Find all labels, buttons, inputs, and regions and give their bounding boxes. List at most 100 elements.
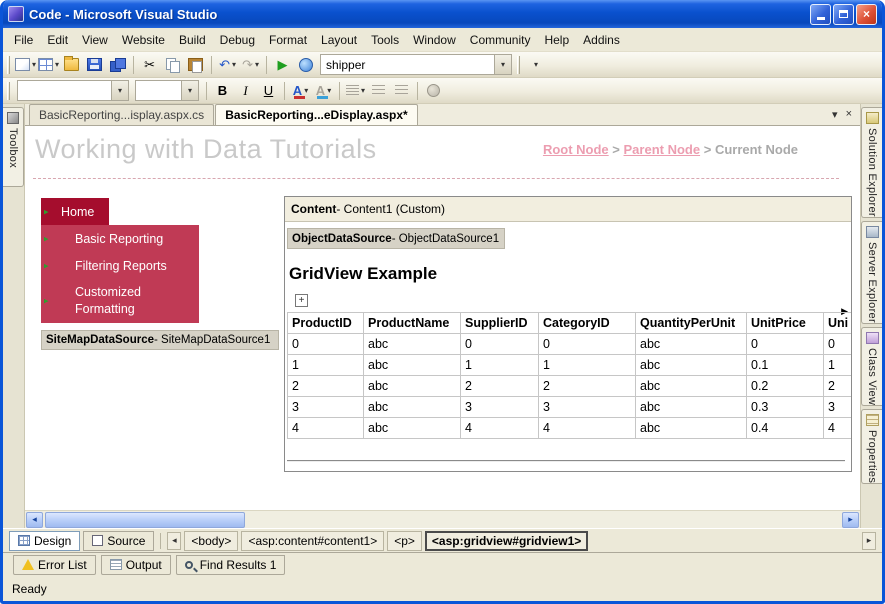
- scrollbar-thumb[interactable]: [45, 511, 245, 528]
- italic-button[interactable]: I: [234, 80, 257, 102]
- properties-icon: [865, 414, 879, 427]
- toolbar-grip[interactable]: [7, 55, 10, 74]
- new-file-button[interactable]: ▾: [14, 54, 37, 76]
- server-explorer-tab[interactable]: Server Explorer: [861, 220, 882, 324]
- menu-item-format[interactable]: Format: [262, 30, 314, 50]
- paste-button[interactable]: [184, 54, 207, 76]
- output-tab[interactable]: Output: [100, 554, 171, 575]
- gridview-control[interactable]: ProductID ProductName SupplierID Categor…: [287, 312, 851, 439]
- find-results-tab[interactable]: Find Results 1: [175, 554, 286, 575]
- grid-cell: 0.1: [746, 354, 824, 376]
- grid-cell: 1: [460, 354, 539, 376]
- combo-dropdown-icon[interactable]: ▾: [181, 81, 198, 100]
- menu-item-file[interactable]: File: [7, 30, 40, 50]
- find-combo[interactable]: shipper ▾: [320, 54, 513, 75]
- close-document-icon[interactable]: ×: [846, 108, 852, 121]
- horizontal-scrollbar[interactable]: ◂ ▸: [25, 510, 860, 528]
- combo-dropdown-icon[interactable]: ▾: [111, 81, 128, 100]
- page-heading: Working with Data Tutorials: [35, 134, 377, 164]
- start-debug-icon: ▶: [277, 57, 288, 72]
- menu-item-help[interactable]: Help: [537, 30, 576, 50]
- start-debug-button[interactable]: ▶: [271, 54, 294, 76]
- combo-dropdown-icon[interactable]: ▾: [494, 55, 512, 74]
- menu-item-addins[interactable]: Addins: [576, 30, 627, 50]
- breadcrumb-current: Current Node: [714, 142, 798, 157]
- design-view-tab[interactable]: Design: [9, 530, 81, 551]
- menu-item-community[interactable]: Community: [463, 30, 538, 50]
- undo-button[interactable]: ↶ ▾: [216, 54, 239, 76]
- open-file-button[interactable]: [60, 54, 83, 76]
- sitemapdatasource-control[interactable]: SiteMapDataSource - SiteMapDataSource1: [41, 330, 279, 350]
- formatting-toolbar: ▾ ▾ B I U A ▾ A ▾ ▾: [3, 78, 882, 104]
- nav-item-home[interactable]: ▸ Home: [41, 198, 109, 225]
- bullet-list-button[interactable]: [367, 80, 390, 102]
- highlight-button[interactable]: A ▾: [312, 80, 335, 102]
- align-icon: [345, 85, 359, 96]
- menu-item-debug[interactable]: Debug: [213, 30, 262, 50]
- minimize-icon: [816, 17, 825, 20]
- font-color-button[interactable]: A ▾: [289, 80, 312, 102]
- solution-explorer-tab[interactable]: Solution Explorer: [861, 107, 882, 218]
- add-item-button[interactable]: ▾: [37, 54, 60, 76]
- toolbar-grip[interactable]: [517, 55, 521, 74]
- align-button[interactable]: ▾: [344, 80, 367, 102]
- class-view-tab[interactable]: Class View: [861, 326, 882, 407]
- doc-tab-codebehind[interactable]: BasicReporting...isplay.aspx.cs: [29, 104, 215, 125]
- nav-item-customized-formatting[interactable]: ▸ Customized Formatting: [41, 279, 199, 323]
- tag-asp-content[interactable]: <asp:content#content1>: [241, 530, 385, 551]
- close-button[interactable]: ×: [856, 3, 877, 25]
- breadcrumb-root-link[interactable]: Root Node: [543, 142, 609, 157]
- tag-scroll-right-button[interactable]: ▸: [862, 531, 876, 550]
- dropdown-icon: ▾: [55, 60, 60, 69]
- redo-button[interactable]: ↷ ▾: [239, 54, 262, 76]
- cut-button[interactable]: ✂: [138, 54, 161, 76]
- grid-cell: abc: [363, 375, 461, 397]
- underline-button[interactable]: U: [257, 80, 280, 102]
- grid-cell: abc: [635, 417, 747, 439]
- tag-body[interactable]: <body>: [184, 530, 239, 551]
- save-button[interactable]: [83, 54, 106, 76]
- toolbar-options-button[interactable]: ▾: [524, 54, 547, 76]
- copy-button[interactable]: [161, 54, 184, 76]
- toolbar-separator: [284, 81, 285, 100]
- menu-item-edit[interactable]: Edit: [40, 30, 75, 50]
- save-all-button[interactable]: [106, 54, 129, 76]
- nav-item-basic-reporting[interactable]: ▸ Basic Reporting: [41, 225, 199, 252]
- scroll-left-button[interactable]: ◂: [26, 511, 43, 528]
- numbered-list-button[interactable]: [390, 80, 413, 102]
- doc-tab-aspx-active[interactable]: BasicReporting...eDisplay.aspx*: [215, 104, 418, 125]
- menu-item-website[interactable]: Website: [115, 30, 172, 50]
- expand-glyph-icon[interactable]: +: [295, 294, 308, 307]
- menu-item-build[interactable]: Build: [172, 30, 213, 50]
- source-view-tab[interactable]: Source: [83, 530, 155, 551]
- toolbar-separator: [266, 55, 268, 74]
- menu-item-layout[interactable]: Layout: [314, 30, 364, 50]
- tag-scroll-left-button[interactable]: ◂: [167, 531, 182, 550]
- block-format-combo[interactable]: ▾: [17, 80, 129, 101]
- grid-cell: abc: [363, 354, 461, 376]
- tag-p[interactable]: <p>: [387, 530, 422, 551]
- hyperlink-button[interactable]: [422, 80, 445, 102]
- font-size-combo[interactable]: ▾: [135, 80, 199, 101]
- toolbar-grip[interactable]: [7, 81, 10, 100]
- scroll-right-button[interactable]: ▸: [842, 511, 859, 528]
- menu-item-window[interactable]: Window: [406, 30, 463, 50]
- maximize-icon: [839, 10, 848, 18]
- minimize-button[interactable]: [810, 3, 831, 25]
- content-control[interactable]: Content - Content1 (Custom) ObjectDataSo…: [284, 196, 852, 472]
- maximize-button[interactable]: [833, 3, 854, 25]
- solution-explorer-icon: [865, 112, 879, 124]
- nav-item-filtering-reports[interactable]: ▸ Filtering Reports: [41, 252, 199, 279]
- active-files-dropdown-icon[interactable]: ▾: [832, 108, 838, 121]
- properties-tab[interactable]: Properties: [861, 409, 882, 485]
- design-view-icon: [18, 535, 30, 546]
- toolbox-tab[interactable]: Toolbox: [3, 107, 24, 187]
- breadcrumb-parent-link[interactable]: Parent Node: [624, 142, 701, 157]
- error-list-tab[interactable]: Error List: [13, 554, 96, 575]
- menu-item-tools[interactable]: Tools: [364, 30, 406, 50]
- browse-button[interactable]: [294, 54, 317, 76]
- tag-asp-gridview-selected[interactable]: <asp:gridview#gridview1>: [424, 530, 589, 551]
- bold-button[interactable]: B: [211, 80, 234, 102]
- menu-item-view[interactable]: View: [75, 30, 115, 50]
- objectdatasource-control[interactable]: ObjectDataSource - ObjectDataSource1: [287, 228, 505, 249]
